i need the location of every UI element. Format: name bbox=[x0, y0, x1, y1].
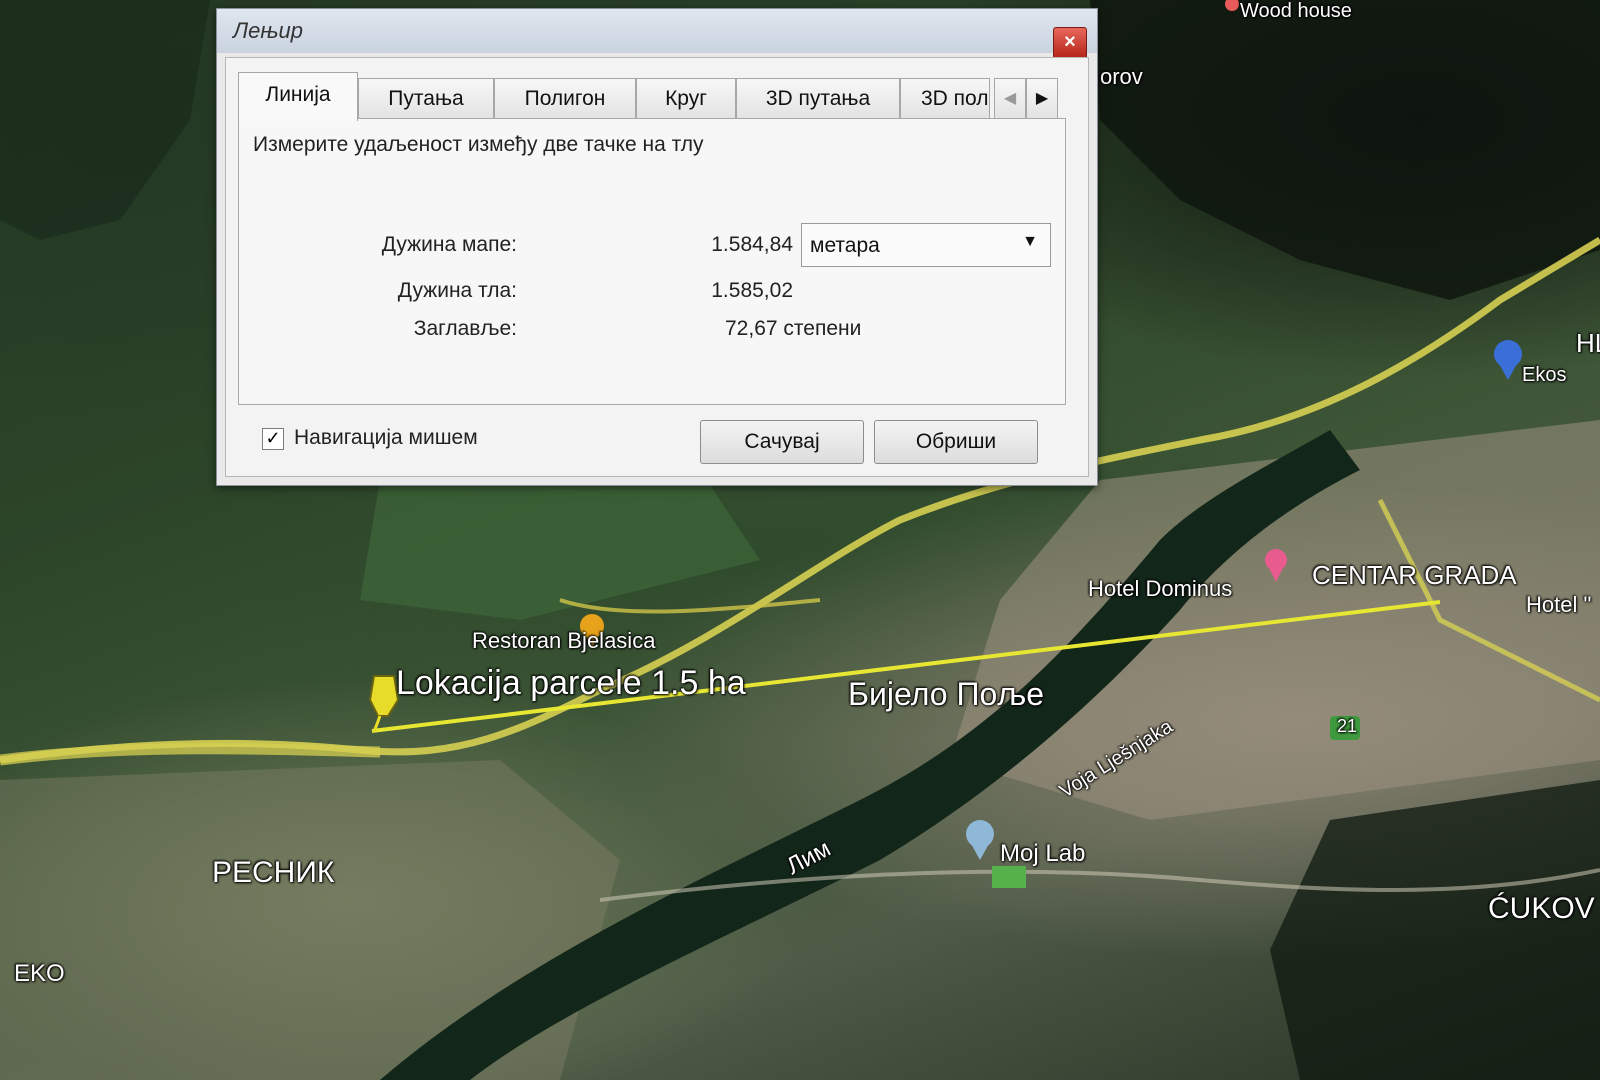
mountain-shadow-nw bbox=[0, 0, 210, 240]
map-label-hl[interactable]: HL bbox=[1576, 328, 1600, 359]
tab-3d-path[interactable]: 3D путања bbox=[736, 78, 900, 119]
map-label-hotel[interactable]: Hotel " bbox=[1526, 592, 1591, 618]
map-label-bijelo-polje[interactable]: Бијело Поље bbox=[848, 676, 1044, 713]
map-label-resnik: РЕСНИК bbox=[212, 856, 335, 889]
yellow-pushpin-icon bbox=[368, 675, 400, 733]
main-road-west bbox=[0, 743, 381, 766]
lab-marker-icon bbox=[992, 866, 1026, 888]
tab-circle[interactable]: Круг bbox=[636, 78, 736, 119]
tab-scroll-left-icon[interactable]: ◀ bbox=[994, 78, 1026, 120]
map-label-hotel-dominus[interactable]: Hotel Dominus bbox=[1088, 576, 1232, 602]
tab-3d-polygon[interactable]: 3D пол bbox=[900, 78, 990, 118]
tab-line[interactable]: Линија bbox=[238, 72, 358, 121]
tab-strip: Линија Путања Полигон Круг 3D путања 3D … bbox=[238, 72, 1074, 121]
mountain-shadow-ne bbox=[1090, 0, 1600, 300]
unit-dropdown-value: метара bbox=[810, 234, 880, 257]
ruler-dialog: Лењир × Линија Путања Полигон Круг 3D пу… bbox=[216, 8, 1098, 486]
dialog-titlebar[interactable]: Лењир × bbox=[217, 9, 1097, 59]
line-tab-panel: Измерите удаљеност између две тачке на т… bbox=[238, 118, 1066, 405]
store-pin-icon bbox=[1494, 340, 1522, 380]
clear-button[interactable]: Обриши bbox=[874, 420, 1038, 464]
map-label-lokacija[interactable]: Lokacija parcele 1.5 ha bbox=[396, 664, 746, 703]
chevron-down-icon: ▼ bbox=[1022, 233, 1038, 250]
tab-description: Измерите удаљеност између две тачке на т… bbox=[253, 133, 704, 156]
ground-length-value: 1.585,02 bbox=[711, 279, 793, 302]
save-button[interactable]: Сачувај bbox=[700, 420, 864, 464]
map-label-cukov: ĆUKOV bbox=[1488, 892, 1595, 925]
heading-label: Заглавље: bbox=[413, 317, 517, 340]
ground-length-label: Дужина тла: bbox=[397, 279, 517, 302]
tab-polygon[interactable]: Полигон bbox=[494, 78, 636, 119]
unit-dropdown[interactable]: метара ▼ bbox=[801, 223, 1051, 267]
map-label-orov[interactable]: orov bbox=[1100, 64, 1143, 90]
mouse-navigation-label[interactable]: Навигација мишем bbox=[294, 426, 478, 450]
map-length-label: Дужина мапе: bbox=[381, 233, 517, 256]
dialog-title: Лењир bbox=[233, 18, 303, 43]
green-field bbox=[360, 470, 760, 620]
map-label-ekos[interactable]: Ekos bbox=[1522, 364, 1566, 387]
map-label-centar-grada[interactable]: CENTAR GRADA bbox=[1312, 560, 1517, 591]
map-label-wood-house[interactable]: Wood house bbox=[1240, 0, 1352, 23]
restaurant-road bbox=[559, 598, 821, 614]
tab-path[interactable]: Путања bbox=[358, 78, 494, 119]
tab-scroll-right-icon[interactable]: ▶ bbox=[1026, 78, 1058, 120]
close-button[interactable]: × bbox=[1053, 27, 1087, 59]
map-label-eko[interactable]: EKO bbox=[14, 960, 65, 988]
map-label-restoran[interactable]: Restoran Bjelasica bbox=[472, 628, 655, 654]
dialog-body: Линија Путања Полигон Круг 3D путања 3D … bbox=[225, 57, 1089, 477]
mouse-navigation-checkbox[interactable]: ✓ bbox=[262, 428, 284, 450]
hill-shadow-se bbox=[1270, 780, 1600, 1080]
lab-pin-icon bbox=[966, 820, 994, 860]
map-label-moj-lab[interactable]: Moj Lab bbox=[1000, 840, 1085, 868]
map-length-value: 1.584,84 bbox=[711, 233, 793, 256]
heading-value: 72,67 степени bbox=[725, 317, 862, 340]
dialog-footer: ✓ Навигација мишем Сачувај Обриши bbox=[238, 410, 1064, 468]
map-label-route-21: 21 bbox=[1336, 716, 1358, 736]
